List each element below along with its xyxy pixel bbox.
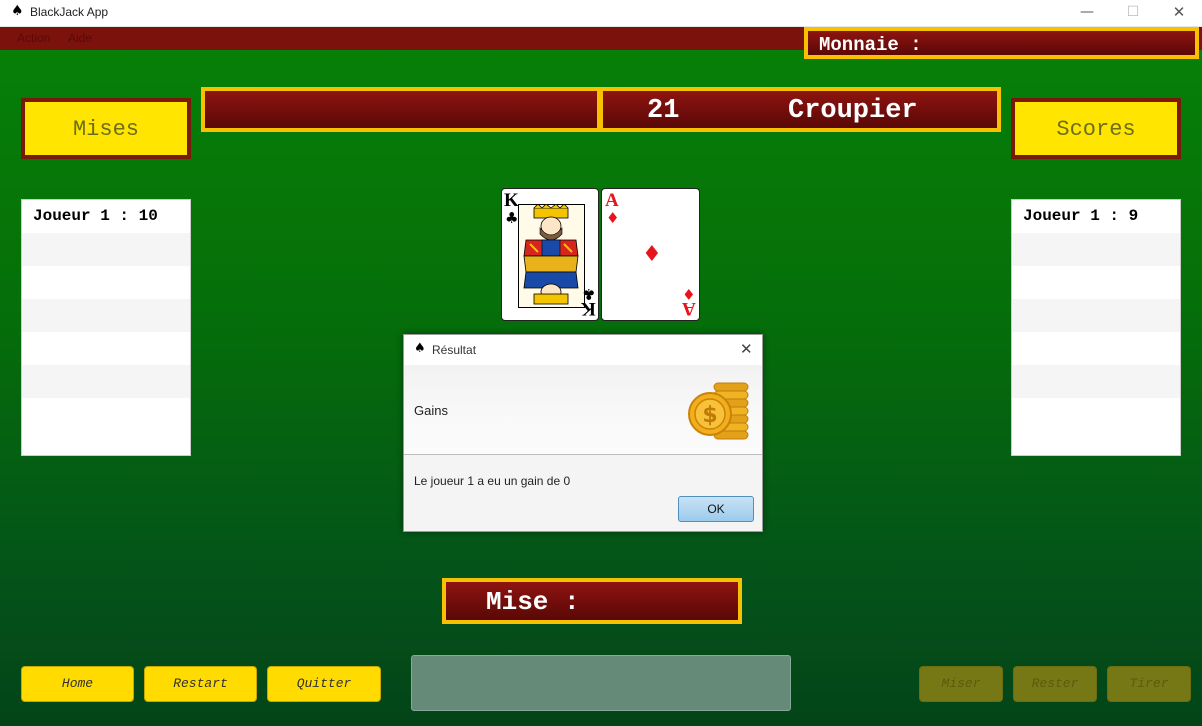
svg-text:$: $ [702, 403, 717, 428]
list-item [22, 233, 190, 266]
scores-header: Scores [1011, 98, 1181, 159]
mises-header: Mises [21, 98, 191, 159]
list-item: Joueur 1 : 9 [1023, 207, 1139, 225]
croupier-hand-panel [201, 87, 601, 132]
restart-button[interactable]: Restart [144, 666, 257, 702]
scores-title: Scores [1056, 117, 1136, 142]
croupier-label: Croupier [788, 96, 918, 126]
dialog-message: Le joueur 1 a eu un gain de 0 [414, 474, 571, 488]
card-rank-bottom: K [581, 298, 596, 319]
card-rank-top: A [605, 190, 619, 211]
game-table: Action Aide Monnaie : Mises 21 Croupier … [0, 27, 1202, 726]
menu-action[interactable]: Action [17, 31, 50, 45]
menu-aide[interactable]: Aide [68, 31, 92, 45]
bet-input[interactable] [411, 655, 791, 711]
dialog-header: Gains $ [404, 365, 762, 455]
king-figure-icon [518, 204, 585, 308]
scores-list[interactable]: Joueur 1 : 9 [1011, 199, 1181, 456]
list-item [22, 332, 190, 365]
mises-title: Mises [72, 117, 139, 142]
ok-button[interactable]: OK [678, 496, 754, 522]
minimize-button[interactable]: — [1064, 0, 1110, 27]
club-icon: ♣ [505, 209, 519, 227]
list-item [22, 398, 190, 431]
card-king-of-clubs: K ♣ ♣ K [501, 188, 599, 321]
result-dialog: ♠ Résultat ✕ Gains $ Le joueur 1 a eu un… [403, 334, 763, 532]
list-item: Joueur 1 : 10 [33, 207, 158, 225]
monnaie-panel: Monnaie : [804, 27, 1199, 59]
list-item [1012, 332, 1180, 365]
coins-icon: $ [688, 382, 749, 440]
mise-label: Mise : [486, 587, 580, 617]
diamond-icon: ♦ [606, 209, 620, 227]
dialog-titlebar: ♠ Résultat ✕ [404, 335, 762, 365]
quitter-button[interactable]: Quitter [267, 666, 381, 702]
window-title: BlackJack App [30, 5, 109, 19]
list-item [22, 365, 190, 398]
miser-button[interactable]: Miser [919, 666, 1003, 702]
list-item [22, 299, 190, 332]
list-item [1012, 266, 1180, 299]
mise-panel: Mise : [442, 578, 742, 624]
croupier-score: 21 [647, 96, 680, 126]
spade-icon: ♠ [11, 3, 24, 19]
mises-list[interactable]: Joueur 1 : 10 [21, 199, 191, 456]
list-item [1012, 398, 1180, 431]
dialog-title: Résultat [432, 343, 477, 357]
croupier-panel: 21 Croupier [599, 87, 1001, 132]
list-item [22, 266, 190, 299]
rester-button[interactable]: Rester [1013, 666, 1097, 702]
tirer-button[interactable]: Tirer [1107, 666, 1191, 702]
card-ace-of-diamonds: A ♦ ♦ ♦ A [601, 188, 700, 321]
dialog-header-text: Gains [414, 403, 448, 418]
dialog-close-icon[interactable]: ✕ [740, 340, 753, 358]
dialog-body: Le joueur 1 a eu un gain de 0 OK [404, 455, 762, 531]
list-item [1012, 233, 1180, 266]
close-button[interactable]: ✕ [1156, 0, 1202, 27]
maximize-button[interactable]: ☐ [1110, 0, 1156, 27]
monnaie-label: Monnaie : [819, 34, 922, 56]
diamond-icon: ♦ [642, 242, 662, 267]
card-rank-bottom: A [682, 298, 696, 319]
card-rank-top: K [504, 190, 519, 211]
window-titlebar: ♠ BlackJack App — ☐ ✕ [0, 0, 1202, 27]
spade-icon: ♠ [414, 341, 426, 356]
home-button[interactable]: Home [21, 666, 134, 702]
list-item [1012, 299, 1180, 332]
list-item [1012, 365, 1180, 398]
